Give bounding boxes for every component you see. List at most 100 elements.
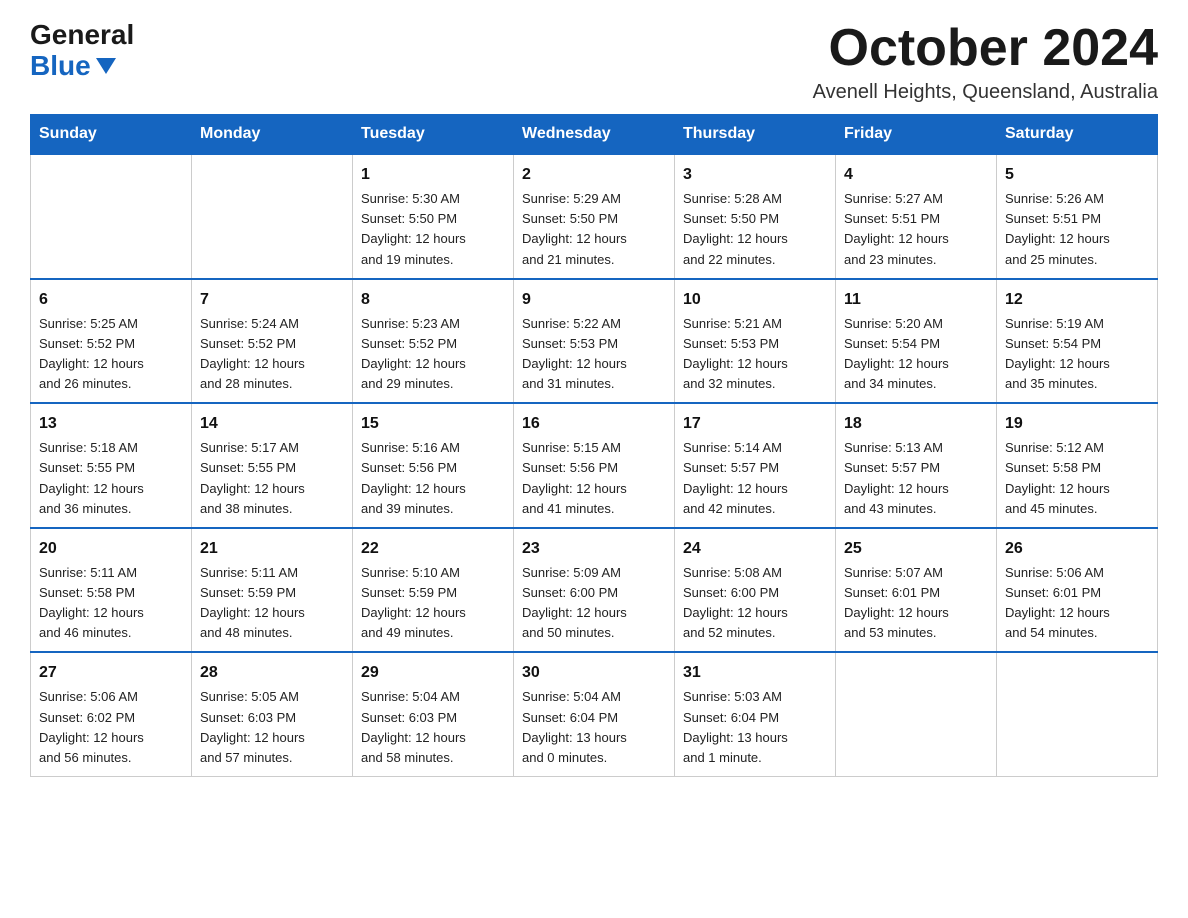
calendar-cell: 26 Sunrise: 5:06 AM Sunset: 6:01 PM Dayli…	[997, 528, 1158, 653]
calendar-cell: 31 Sunrise: 5:03 AM Sunset: 6:04 PM Dayli…	[675, 652, 836, 776]
day-info: Sunrise: 5:05 AM Sunset: 6:03 PM Dayligh…	[200, 689, 305, 764]
day-info: Sunrise: 5:15 AM Sunset: 5:56 PM Dayligh…	[522, 440, 627, 515]
day-info: Sunrise: 5:21 AM Sunset: 5:53 PM Dayligh…	[683, 316, 788, 391]
day-number: 10	[683, 288, 827, 312]
day-info: Sunrise: 5:23 AM Sunset: 5:52 PM Dayligh…	[361, 316, 466, 391]
day-info: Sunrise: 5:08 AM Sunset: 6:00 PM Dayligh…	[683, 565, 788, 640]
day-info: Sunrise: 5:07 AM Sunset: 6:01 PM Dayligh…	[844, 565, 949, 640]
day-number: 19	[1005, 412, 1149, 436]
day-info: Sunrise: 5:26 AM Sunset: 5:51 PM Dayligh…	[1005, 191, 1110, 266]
day-number: 14	[200, 412, 344, 436]
calendar-cell: 10 Sunrise: 5:21 AM Sunset: 5:53 PM Dayli…	[675, 279, 836, 404]
calendar-cell: 4 Sunrise: 5:27 AM Sunset: 5:51 PM Daylig…	[836, 154, 997, 279]
day-info: Sunrise: 5:04 AM Sunset: 6:03 PM Dayligh…	[361, 689, 466, 764]
day-number: 1	[361, 163, 505, 187]
day-number: 29	[361, 661, 505, 685]
calendar-cell: 13Sunrise: 5:18 AM Sunset: 5:55 PM Dayli…	[31, 403, 192, 528]
day-number: 31	[683, 661, 827, 685]
calendar-cell: 27 Sunrise: 5:06 AM Sunset: 6:02 PM Dayli…	[31, 652, 192, 776]
day-number: 15	[361, 412, 505, 436]
location-subtitle: Avenell Heights, Queensland, Australia	[813, 81, 1158, 104]
calendar-cell: 14 Sunrise: 5:17 AM Sunset: 5:55 PM Dayli…	[192, 403, 353, 528]
day-number: 4	[844, 163, 988, 187]
calendar-week-1: 1Sunrise: 5:30 AM Sunset: 5:50 PM Daylig…	[31, 154, 1158, 279]
calendar-cell: 20Sunrise: 5:11 AM Sunset: 5:58 PM Dayli…	[31, 528, 192, 653]
day-number: 6	[39, 288, 183, 312]
calendar-cell	[31, 154, 192, 279]
page-header: General Blue October 2024 Avenell Height…	[30, 20, 1158, 104]
day-number: 11	[844, 288, 988, 312]
logo-general-text: General	[30, 20, 134, 51]
day-number: 25	[844, 537, 988, 561]
weekday-header-sunday: Sunday	[31, 115, 192, 155]
calendar-body: 1Sunrise: 5:30 AM Sunset: 5:50 PM Daylig…	[31, 154, 1158, 776]
day-info: Sunrise: 5:27 AM Sunset: 5:51 PM Dayligh…	[844, 191, 949, 266]
day-number: 20	[39, 537, 183, 561]
day-number: 16	[522, 412, 666, 436]
day-info: Sunrise: 5:03 AM Sunset: 6:04 PM Dayligh…	[683, 689, 788, 764]
calendar-cell: 21Sunrise: 5:11 AM Sunset: 5:59 PM Dayli…	[192, 528, 353, 653]
calendar-cell: 8Sunrise: 5:23 AM Sunset: 5:52 PM Daylig…	[353, 279, 514, 404]
day-number: 26	[1005, 537, 1149, 561]
day-info: Sunrise: 5:06 AM Sunset: 6:01 PM Dayligh…	[1005, 565, 1110, 640]
day-number: 7	[200, 288, 344, 312]
day-info: Sunrise: 5:09 AM Sunset: 6:00 PM Dayligh…	[522, 565, 627, 640]
day-info: Sunrise: 5:06 AM Sunset: 6:02 PM Dayligh…	[39, 689, 144, 764]
calendar-week-5: 27 Sunrise: 5:06 AM Sunset: 6:02 PM Dayli…	[31, 652, 1158, 776]
calendar-week-4: 20Sunrise: 5:11 AM Sunset: 5:58 PM Dayli…	[31, 528, 1158, 653]
calendar-cell: 25 Sunrise: 5:07 AM Sunset: 6:01 PM Dayli…	[836, 528, 997, 653]
day-number: 22	[361, 537, 505, 561]
day-info: Sunrise: 5:20 AM Sunset: 5:54 PM Dayligh…	[844, 316, 949, 391]
day-info: Sunrise: 5:16 AM Sunset: 5:56 PM Dayligh…	[361, 440, 466, 515]
calendar-cell	[192, 154, 353, 279]
weekday-header-thursday: Thursday	[675, 115, 836, 155]
day-info: Sunrise: 5:18 AM Sunset: 5:55 PM Dayligh…	[39, 440, 144, 515]
calendar-cell: 28 Sunrise: 5:05 AM Sunset: 6:03 PM Dayli…	[192, 652, 353, 776]
calendar-cell: 9 Sunrise: 5:22 AM Sunset: 5:53 PM Daylig…	[514, 279, 675, 404]
month-title: October 2024	[813, 20, 1158, 77]
logo: General Blue	[30, 20, 134, 82]
calendar-cell: 24Sunrise: 5:08 AM Sunset: 6:00 PM Dayli…	[675, 528, 836, 653]
day-info: Sunrise: 5:04 AM Sunset: 6:04 PM Dayligh…	[522, 689, 627, 764]
calendar-cell: 19Sunrise: 5:12 AM Sunset: 5:58 PM Dayli…	[997, 403, 1158, 528]
calendar-cell	[997, 652, 1158, 776]
day-number: 9	[522, 288, 666, 312]
calendar-week-3: 13Sunrise: 5:18 AM Sunset: 5:55 PM Dayli…	[31, 403, 1158, 528]
day-number: 2	[522, 163, 666, 187]
weekday-header-wednesday: Wednesday	[514, 115, 675, 155]
day-info: Sunrise: 5:24 AM Sunset: 5:52 PM Dayligh…	[200, 316, 305, 391]
weekday-header-friday: Friday	[836, 115, 997, 155]
calendar-cell	[836, 652, 997, 776]
day-number: 21	[200, 537, 344, 561]
day-info: Sunrise: 5:25 AM Sunset: 5:52 PM Dayligh…	[39, 316, 144, 391]
day-info: Sunrise: 5:22 AM Sunset: 5:53 PM Dayligh…	[522, 316, 627, 391]
calendar-cell: 29 Sunrise: 5:04 AM Sunset: 6:03 PM Dayli…	[353, 652, 514, 776]
day-info: Sunrise: 5:28 AM Sunset: 5:50 PM Dayligh…	[683, 191, 788, 266]
day-info: Sunrise: 5:19 AM Sunset: 5:54 PM Dayligh…	[1005, 316, 1110, 391]
day-number: 28	[200, 661, 344, 685]
calendar-cell: 7 Sunrise: 5:24 AM Sunset: 5:52 PM Daylig…	[192, 279, 353, 404]
calendar-cell: 2Sunrise: 5:29 AM Sunset: 5:50 PM Daylig…	[514, 154, 675, 279]
calendar-cell: 11 Sunrise: 5:20 AM Sunset: 5:54 PM Dayli…	[836, 279, 997, 404]
calendar-cell: 15 Sunrise: 5:16 AM Sunset: 5:56 PM Dayli…	[353, 403, 514, 528]
calendar-header: SundayMondayTuesdayWednesdayThursdayFrid…	[31, 115, 1158, 155]
day-number: 12	[1005, 288, 1149, 312]
day-info: Sunrise: 5:17 AM Sunset: 5:55 PM Dayligh…	[200, 440, 305, 515]
day-number: 17	[683, 412, 827, 436]
calendar-cell: 1Sunrise: 5:30 AM Sunset: 5:50 PM Daylig…	[353, 154, 514, 279]
logo-triangle-icon	[96, 58, 116, 74]
weekday-header-monday: Monday	[192, 115, 353, 155]
logo-blue-text: Blue	[30, 51, 116, 82]
weekday-header-tuesday: Tuesday	[353, 115, 514, 155]
calendar-table: SundayMondayTuesdayWednesdayThursdayFrid…	[30, 114, 1158, 777]
calendar-cell: 18Sunrise: 5:13 AM Sunset: 5:57 PM Dayli…	[836, 403, 997, 528]
calendar-cell: 16 Sunrise: 5:15 AM Sunset: 5:56 PM Dayli…	[514, 403, 675, 528]
day-number: 3	[683, 163, 827, 187]
day-number: 18	[844, 412, 988, 436]
calendar-cell: 5 Sunrise: 5:26 AM Sunset: 5:51 PM Daylig…	[997, 154, 1158, 279]
calendar-cell: 6 Sunrise: 5:25 AM Sunset: 5:52 PM Daylig…	[31, 279, 192, 404]
day-number: 30	[522, 661, 666, 685]
day-info: Sunrise: 5:10 AM Sunset: 5:59 PM Dayligh…	[361, 565, 466, 640]
day-number: 5	[1005, 163, 1149, 187]
day-number: 27	[39, 661, 183, 685]
